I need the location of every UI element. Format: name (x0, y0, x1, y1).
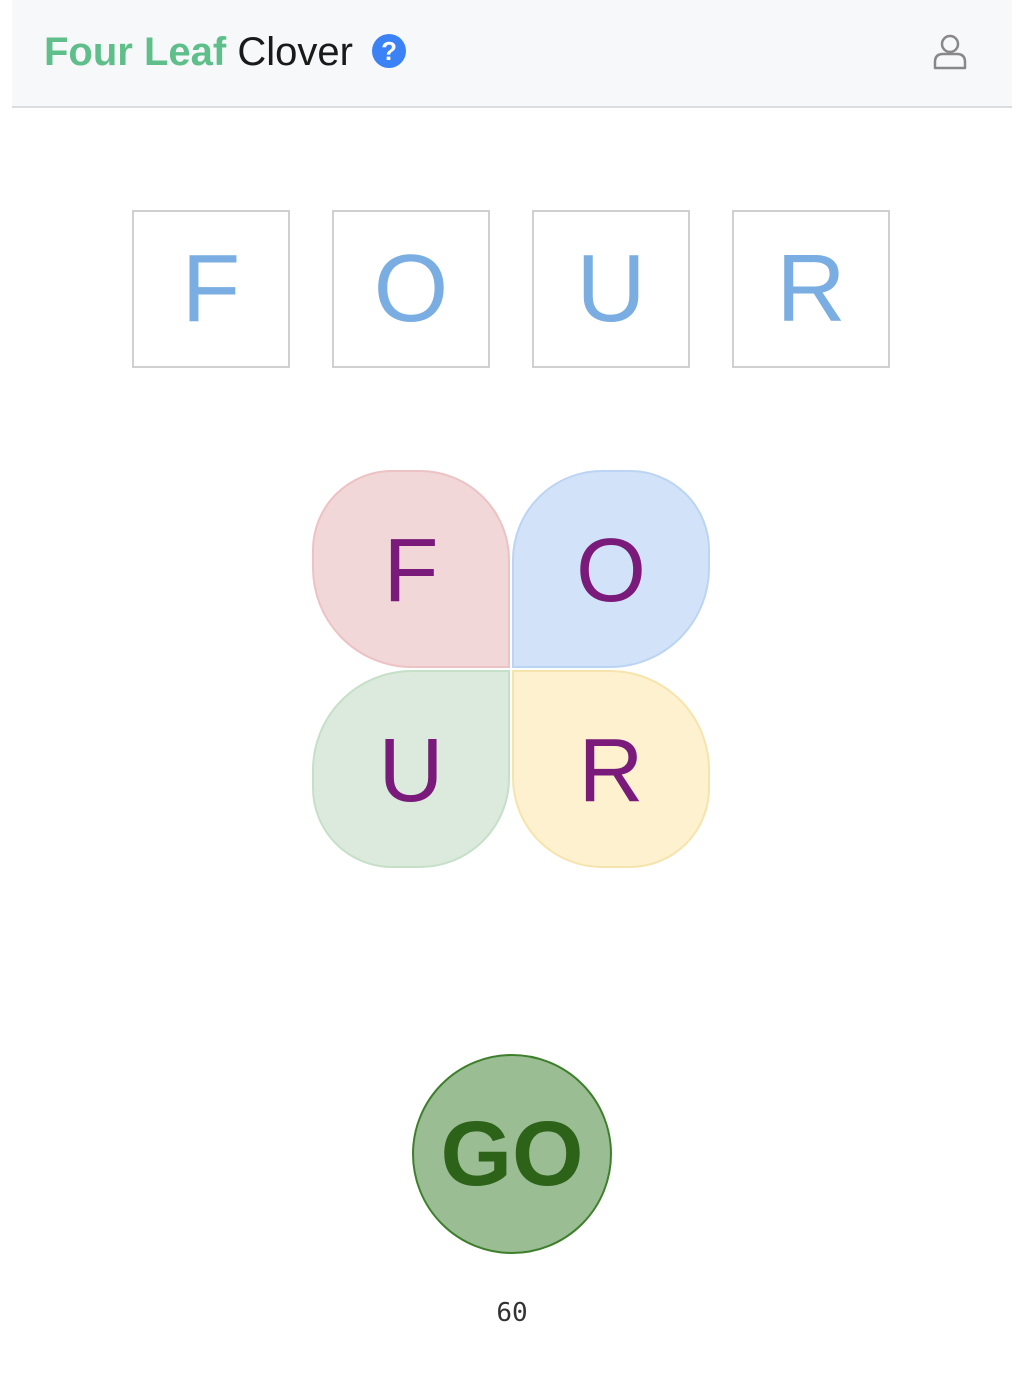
title-clover: Clover (237, 30, 353, 74)
answer-tile[interactable]: R (732, 210, 890, 368)
user-icon[interactable] (930, 32, 970, 72)
timer: 60 (496, 1298, 528, 1328)
go-button[interactable]: GO (412, 1054, 612, 1254)
answer-tile[interactable]: U (532, 210, 690, 368)
help-icon[interactable]: ? (372, 34, 407, 68)
answer-tile[interactable]: O (332, 210, 490, 368)
answer-tiles: F O U R (132, 210, 892, 370)
clover-leaf-bottom-left[interactable]: U (312, 670, 510, 868)
app-title: Four Leaf Clover ? (44, 30, 407, 74)
clover-leaf-bottom-right[interactable]: R (512, 670, 710, 868)
answer-tile[interactable]: F (132, 210, 290, 368)
title-four-leaf: Four Leaf (44, 30, 227, 74)
clover-leaf-top-left[interactable]: F (312, 470, 510, 668)
clover: F O U R (312, 470, 712, 870)
top-bar: Four Leaf Clover ? (12, 0, 1012, 108)
clover-leaf-top-right[interactable]: O (512, 470, 710, 668)
